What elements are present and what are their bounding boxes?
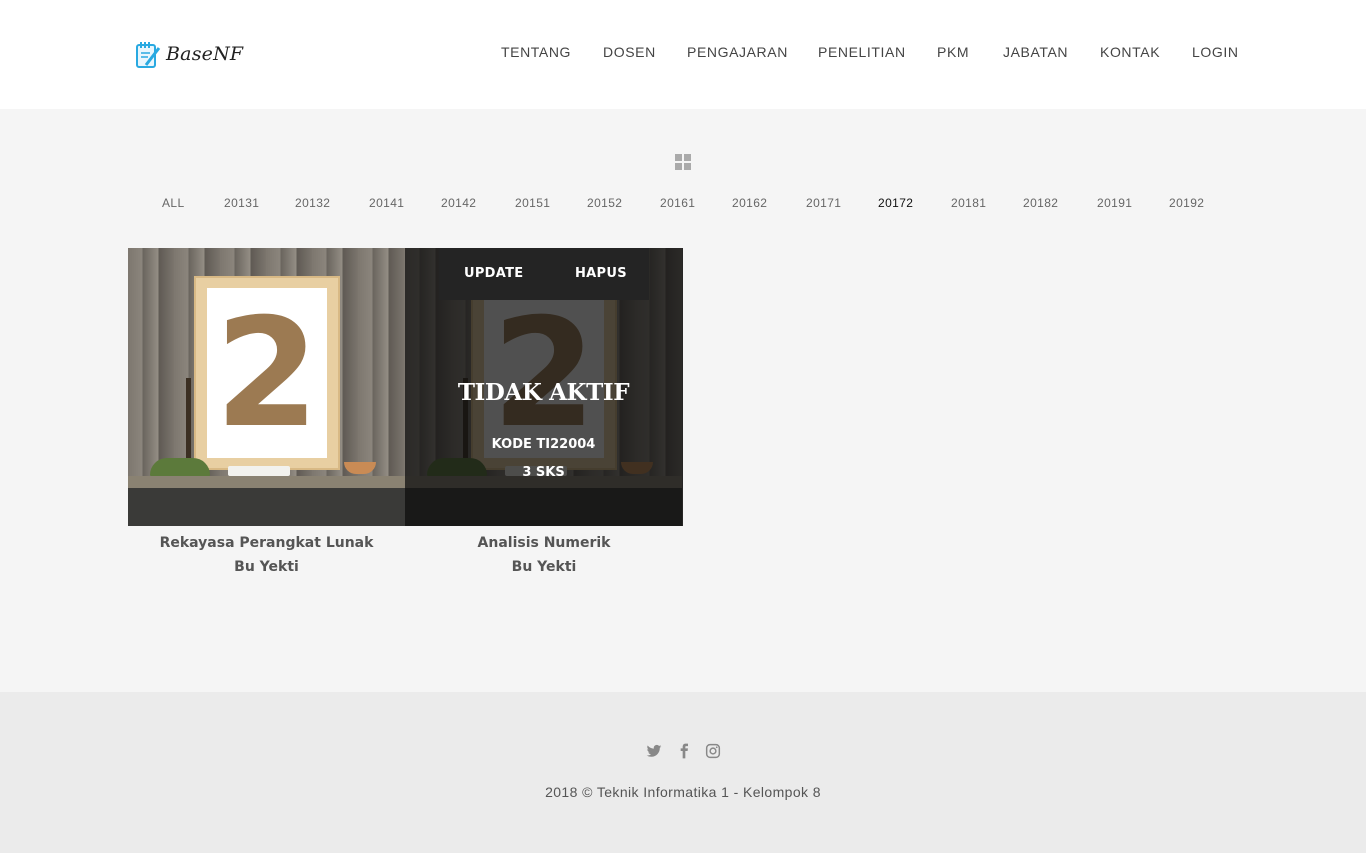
facebook-icon[interactable] <box>676 743 692 759</box>
instagram-icon[interactable] <box>705 743 721 759</box>
filter-20152[interactable]: 20152 <box>587 196 622 210</box>
site-header: BaseNF TENTANG DOSEN PENGAJARAN PENELITI… <box>0 0 1366 109</box>
filter-20132[interactable]: 20132 <box>295 196 330 210</box>
filter-all[interactable]: ALL <box>162 196 185 210</box>
course-poster-image[interactable]: 2 <box>128 248 405 526</box>
nav-pkm[interactable]: PKM <box>937 44 969 60</box>
course-code: KODE TI22004 <box>491 437 596 452</box>
social-links <box>0 743 1366 761</box>
course-card[interactable]: 2 Rekayasa Perangkat Lunak Bu Yekti <box>128 248 405 575</box>
nav-login[interactable]: LOGIN <box>1192 44 1239 60</box>
course-hover-overlay: UPDATE HAPUS TIDAK AKTIF KODE TI22004 3 … <box>405 248 683 526</box>
course-card[interactable]: 2 UPDATE HAPUS TIDAK AKTIF KODE TI22004 … <box>405 248 683 575</box>
course-title[interactable]: Rekayasa Perangkat Lunak <box>128 535 405 551</box>
filter-20162[interactable]: 20162 <box>732 196 767 210</box>
course-poster-image[interactable]: 2 UPDATE HAPUS TIDAK AKTIF KODE TI22004 … <box>405 248 683 526</box>
course-credits: 3 SKS <box>522 465 565 480</box>
filter-20131[interactable]: 20131 <box>224 196 259 210</box>
course-lecturer: Bu Yekti <box>234 559 299 575</box>
update-button[interactable]: UPDATE <box>464 266 523 281</box>
nav-pengajaran[interactable]: PENGAJARAN <box>687 44 788 60</box>
course-status: TIDAK AKTIF <box>457 379 630 406</box>
filter-20141[interactable]: 20141 <box>369 196 404 210</box>
twitter-icon[interactable] <box>646 743 662 759</box>
poster-number: 2 <box>214 287 320 461</box>
nav-penelitian[interactable]: PENELITIAN <box>818 44 906 60</box>
main-nav: TENTANG DOSEN PENGAJARAN PENELITIAN PKM … <box>0 44 1366 64</box>
filter-20161[interactable]: 20161 <box>660 196 695 210</box>
poster-frame: 2 <box>194 276 340 470</box>
grid-icon[interactable] <box>675 154 691 170</box>
filter-20191[interactable]: 20191 <box>1097 196 1132 210</box>
nav-jabatan[interactable]: JABATAN <box>1003 44 1068 60</box>
nav-kontak[interactable]: KONTAK <box>1100 44 1160 60</box>
course-title[interactable]: Analisis Numerik <box>405 535 683 551</box>
course-actions: UPDATE HAPUS <box>439 248 649 300</box>
course-lecturer: Bu Yekti <box>511 559 577 575</box>
site-footer: 2018 © Teknik Informatika 1 - Kelompok 8 <box>0 692 1366 853</box>
semester-filter-bar: ALL 20131 20132 20141 20142 20151 20152 … <box>0 196 1366 212</box>
nav-dosen[interactable]: DOSEN <box>603 44 656 60</box>
filter-20171[interactable]: 20171 <box>806 196 841 210</box>
delete-button[interactable]: HAPUS <box>575 266 627 281</box>
nav-tentang[interactable]: TENTANG <box>501 44 571 60</box>
filter-20181[interactable]: 20181 <box>951 196 986 210</box>
filter-20172[interactable]: 20172 <box>878 196 913 210</box>
copyright-text: 2018 © Teknik Informatika 1 - Kelompok 8 <box>545 784 821 800</box>
filter-20182[interactable]: 20182 <box>1023 196 1058 210</box>
filter-20142[interactable]: 20142 <box>441 196 476 210</box>
filter-20192[interactable]: 20192 <box>1169 196 1204 210</box>
filter-20151[interactable]: 20151 <box>515 196 550 210</box>
